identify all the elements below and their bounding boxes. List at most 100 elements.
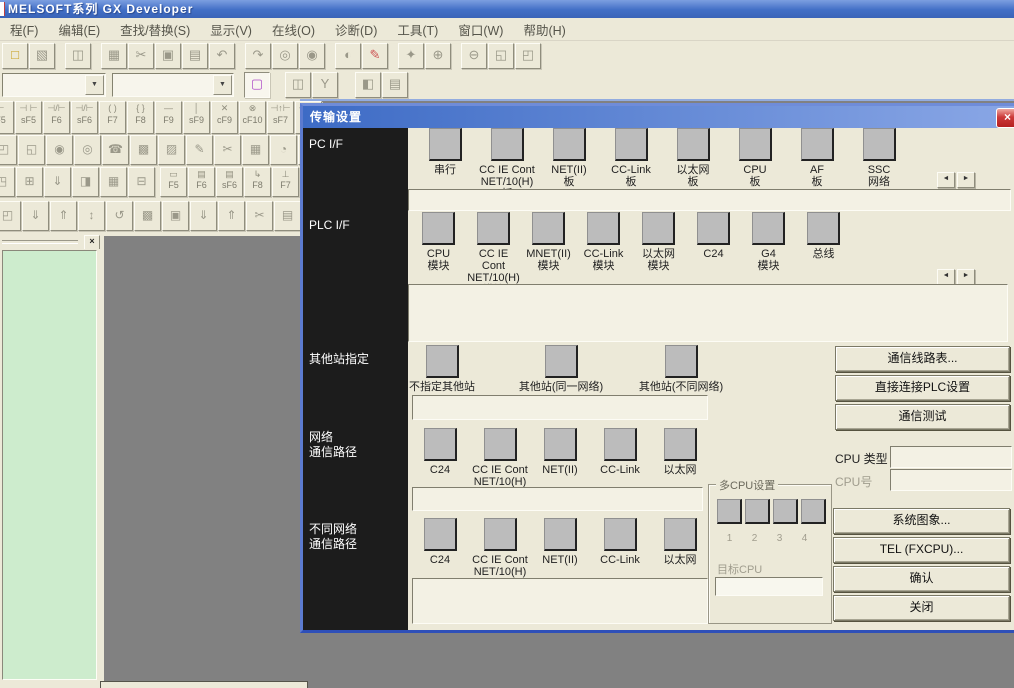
module-icon[interactable] xyxy=(484,428,517,461)
module-icon[interactable] xyxy=(545,345,578,378)
ladder-symbol-button[interactable]: ⊗cF10 xyxy=(239,101,266,134)
toolbar-button[interactable]: ◫ xyxy=(285,72,311,98)
toolbar-button[interactable]: Y xyxy=(312,72,338,98)
module-option[interactable]: NET(II) xyxy=(530,428,590,488)
toolbar-button[interactable]: ▦ xyxy=(242,135,269,165)
edit-mode-combo[interactable]: ▼ xyxy=(112,73,234,97)
pc-if-detail-field[interactable] xyxy=(408,189,1011,211)
toolbar-button[interactable]: ⊞ xyxy=(16,167,43,197)
toolbar-button[interactable]: ↶ xyxy=(209,43,235,69)
toolbar-button[interactable]: ▤ xyxy=(182,43,208,69)
toolbar-button[interactable]: ✦ xyxy=(398,43,424,69)
toolbar-button[interactable]: ↳F8 xyxy=(244,167,271,197)
module-icon[interactable] xyxy=(604,518,637,551)
module-option[interactable]: C24 xyxy=(410,428,470,488)
ladder-symbol-button[interactable]: │sF9 xyxy=(183,101,210,134)
diff-network-route-detail-field[interactable] xyxy=(412,578,708,624)
module-icon[interactable] xyxy=(604,428,637,461)
toolbar-button[interactable]: ◰ xyxy=(515,43,541,69)
scroll-right-icon[interactable]: ► xyxy=(957,172,975,188)
toolbar-button[interactable]: ▣ xyxy=(155,43,181,69)
module-icon[interactable] xyxy=(664,518,697,551)
window-titlebar[interactable]: MELSOFT系列 GX Developer xyxy=(0,0,1014,18)
toolbar-button[interactable]: ◫ xyxy=(65,43,91,69)
cpu-slot[interactable] xyxy=(745,499,770,524)
network-route-detail-field[interactable] xyxy=(412,487,703,511)
close-button[interactable]: 关闭 xyxy=(833,595,1010,621)
module-option[interactable]: CC IE Cont NET/10(H) xyxy=(470,518,530,578)
module-icon[interactable] xyxy=(553,128,586,161)
module-icon[interactable] xyxy=(642,212,675,245)
system-image-button[interactable]: 系统图象... xyxy=(833,508,1010,534)
tel-fxcpu-button[interactable]: TEL (FXCPU)... xyxy=(833,537,1010,563)
menu-item[interactable]: 显示(V) xyxy=(200,20,262,39)
toolbar-button[interactable]: ▢ xyxy=(244,72,270,98)
menu-item[interactable]: 在线(O) xyxy=(262,20,325,39)
module-icon[interactable] xyxy=(615,128,648,161)
module-option[interactable]: 以太网 xyxy=(650,518,710,578)
module-option[interactable]: CC IE Cont NET/10(H) xyxy=(470,428,530,488)
cpu-slot[interactable] xyxy=(801,499,826,524)
menu-item[interactable]: 程(F) xyxy=(0,20,48,39)
menu-item[interactable]: 帮助(H) xyxy=(513,20,575,39)
toolbar-button[interactable]: ⊟ xyxy=(128,167,155,197)
toolbar-button[interactable]: ◨ xyxy=(72,167,99,197)
toolbar-button[interactable]: ▨ xyxy=(158,135,185,165)
module-icon[interactable] xyxy=(739,128,772,161)
toolbar-button[interactable]: ☎ xyxy=(102,135,129,165)
toolbar-button[interactable]: ◰ xyxy=(0,201,21,231)
toolbar-button[interactable]: ⊕ xyxy=(425,43,451,69)
toolbar-button[interactable]: ▤sF6 xyxy=(216,167,243,197)
dialog-titlebar[interactable]: 传输设置 xyxy=(303,106,1014,128)
module-option[interactable]: 以太网 xyxy=(650,428,710,488)
menu-item[interactable]: 窗口(W) xyxy=(448,20,513,39)
module-option[interactable]: NET(II) xyxy=(530,518,590,578)
module-option[interactable]: 其他站(同一网络) xyxy=(502,345,620,393)
ladder-symbol-button[interactable]: ⊣/⊢sF6 xyxy=(71,101,98,134)
drag-handle[interactable] xyxy=(2,240,78,244)
ladder-symbol-button[interactable]: ⊣↑⊢sF7 xyxy=(267,101,294,134)
plc-if-detail-field[interactable] xyxy=(408,284,1008,342)
toolbar-button[interactable]: ▧ xyxy=(29,43,55,69)
toolbar-button[interactable]: ⊥F7 xyxy=(272,167,299,197)
toolbar-button[interactable]: ⇓ xyxy=(190,201,217,231)
module-icon[interactable] xyxy=(677,128,710,161)
toolbar-button[interactable]: ▦ xyxy=(101,43,127,69)
toolbar-button[interactable]: ▤F6 xyxy=(188,167,215,197)
close-icon[interactable]: × xyxy=(996,108,1014,128)
toolbar-button[interactable]: ✂ xyxy=(128,43,154,69)
module-icon[interactable] xyxy=(426,345,459,378)
cpu-slot[interactable] xyxy=(717,499,742,524)
scroll-right-icon[interactable]: ► xyxy=(957,269,975,285)
direct-plc-setting-button[interactable]: 直接连接PLC设置 xyxy=(835,375,1010,401)
module-icon[interactable] xyxy=(422,212,455,245)
toolbar-button[interactable]: ↺ xyxy=(106,201,133,231)
toolbar-button[interactable]: ▩ xyxy=(134,201,161,231)
toolbar-button[interactable]: ⇓ xyxy=(44,167,71,197)
module-icon[interactable] xyxy=(752,212,785,245)
module-icon[interactable] xyxy=(429,128,462,161)
ladder-symbol-button[interactable]: ⊣/⊢F6 xyxy=(43,101,70,134)
module-icon[interactable] xyxy=(807,212,840,245)
toolbar-button[interactable]: ⊖ xyxy=(461,43,487,69)
module-icon[interactable] xyxy=(863,128,896,161)
other-station-detail-field[interactable] xyxy=(412,395,708,420)
toolbar-button[interactable]: ✂ xyxy=(246,201,273,231)
toolbar-button[interactable]: ◐ xyxy=(335,43,361,69)
module-option[interactable]: CC-Link xyxy=(590,428,650,488)
toolbar-button[interactable]: ◰ xyxy=(0,135,17,165)
ladder-symbol-button[interactable]: { }F8 xyxy=(127,101,154,134)
toolbar-button[interactable]: ▭F5 xyxy=(160,167,187,197)
toolbar-button[interactable]: ◎ xyxy=(272,43,298,69)
toolbar-button[interactable]: ✂ xyxy=(214,135,241,165)
module-icon[interactable] xyxy=(587,212,620,245)
toolbar-button[interactable]: ↷ xyxy=(245,43,271,69)
close-icon[interactable]: × xyxy=(84,235,100,250)
toolbar-button[interactable]: ✎ xyxy=(362,43,388,69)
module-icon[interactable] xyxy=(544,428,577,461)
scroll-left-icon[interactable]: ◄ xyxy=(937,172,955,188)
toolbar-button[interactable]: □ xyxy=(2,43,28,69)
module-icon[interactable] xyxy=(532,212,565,245)
module-icon[interactable] xyxy=(484,518,517,551)
toolbar-button[interactable]: ◎ xyxy=(74,135,101,165)
